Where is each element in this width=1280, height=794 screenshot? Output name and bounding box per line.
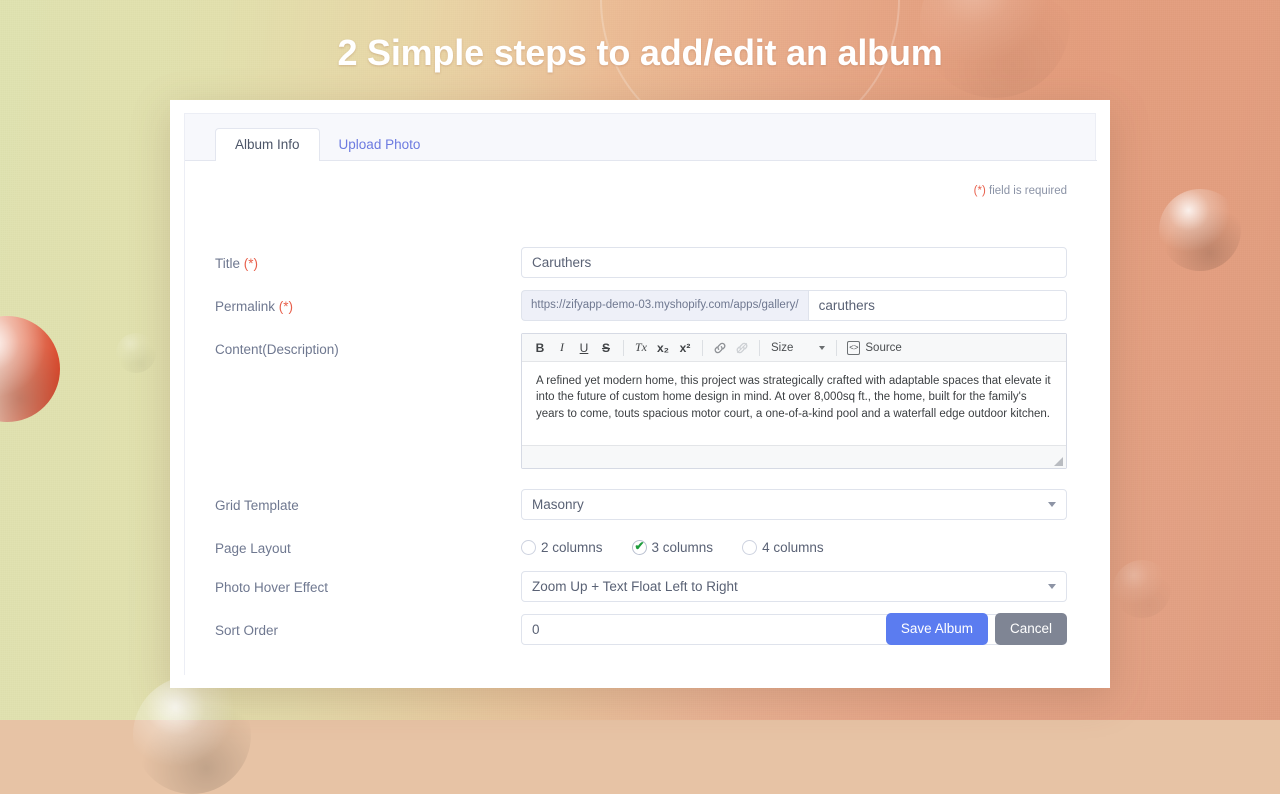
page-title: 2 Simple steps to add/edit an album	[337, 32, 943, 73]
tab-upload-photo[interactable]: Upload Photo	[320, 129, 440, 161]
unlink-icon	[732, 338, 752, 358]
required-star-title: (*)	[243, 256, 259, 271]
save-album-button[interactable]: Save Album	[885, 613, 988, 645]
check-icon: ✔	[634, 539, 645, 553]
app-window: Album Info Upload Photo (*) field is requ…	[170, 100, 1110, 688]
photo-hover-effect-select-wrap: Zoom Up + Text Float Left to Right	[521, 571, 1067, 602]
tab-album-info[interactable]: Album Info	[215, 128, 320, 162]
control-photo-hover-effect: Zoom Up + Text Float Left to Right	[521, 571, 1067, 602]
radio-2-columns[interactable]: 2 columns	[521, 540, 603, 555]
decorative-sphere-faint-left	[116, 333, 156, 373]
font-size-label: Size	[771, 341, 794, 354]
strikethrough-icon[interactable]: S	[596, 338, 616, 358]
italic-icon[interactable]: I	[552, 338, 572, 358]
decorative-sphere-faint-right	[1113, 560, 1171, 618]
toolbar-separator	[836, 339, 838, 356]
page-layout-radio-group: 2 columns ✔ 3 columns 4 columns	[521, 539, 1067, 555]
toolbar-separator	[702, 339, 703, 356]
resize-grip-icon[interactable]	[1054, 457, 1063, 466]
editor-content-area[interactable]: A refined yet modern home, this project …	[522, 362, 1066, 445]
label-title: Title (*)	[215, 256, 495, 271]
control-title	[521, 247, 1067, 278]
radio-circle: ✔	[631, 539, 647, 555]
control-page-layout: 2 columns ✔ 3 columns 4 columns	[521, 539, 1067, 555]
grid-template-select[interactable]: Masonry	[521, 489, 1067, 520]
required-star: (*)	[973, 185, 986, 197]
required-note-text: field is required	[985, 185, 1067, 197]
permalink-input-group: https://zifyapp-demo-03.myshopify.com/ap…	[521, 290, 1067, 321]
sphere-gloss	[1159, 189, 1241, 271]
source-code-icon: <>	[847, 340, 861, 355]
editor-toolbar: B I U S Tx x₂ x² Size <> Source	[522, 334, 1066, 362]
source-label: Source	[865, 341, 902, 354]
decorative-sphere-bottom	[133, 676, 251, 794]
app-panel: Album Info Upload Photo (*) field is requ…	[184, 113, 1097, 676]
control-grid-template: Masonry	[521, 489, 1067, 520]
label-title-text: Title	[215, 256, 241, 271]
label-permalink: Permalink (*)	[215, 299, 495, 314]
label-photo-hover-effect: Photo Hover Effect	[215, 580, 329, 595]
rich-text-editor: B I U S Tx x₂ x² Size <> Source A refine…	[521, 333, 1067, 469]
toolbar-separator	[759, 339, 760, 356]
editor-footer	[522, 445, 1066, 468]
underline-icon[interactable]: U	[574, 338, 594, 358]
control-permalink: https://zifyapp-demo-03.myshopify.com/ap…	[521, 290, 1067, 321]
radio-4-columns[interactable]: 4 columns	[742, 540, 824, 555]
source-button[interactable]: <> Source	[844, 340, 904, 355]
subscript-icon[interactable]: x₂	[653, 338, 673, 358]
sphere-gloss	[1113, 560, 1171, 618]
label-permalink-text: Permalink	[215, 299, 276, 314]
decorative-sphere-right	[1159, 189, 1241, 271]
title-input[interactable]	[521, 247, 1067, 278]
permalink-prefix: https://zifyapp-demo-03.myshopify.com/ap…	[521, 290, 808, 321]
label-content: Content(Description)	[215, 342, 339, 357]
photo-hover-effect-select[interactable]: Zoom Up + Text Float Left to Right	[521, 571, 1067, 602]
control-content: B I U S Tx x₂ x² Size <> Source A refine…	[521, 333, 1067, 469]
toolbar-separator	[623, 339, 624, 356]
radio-circle	[742, 540, 758, 555]
radio-label: 3 columns	[651, 540, 714, 555]
font-size-dropdown[interactable]: Size	[767, 342, 829, 354]
album-form: (*) field is required Title (*) Permalin…	[185, 161, 1097, 676]
permalink-input[interactable]	[807, 290, 1067, 321]
link-icon[interactable]	[710, 338, 730, 358]
chevron-down-icon	[819, 345, 826, 350]
cancel-button[interactable]: Cancel	[994, 613, 1067, 645]
label-grid-template: Grid Template	[215, 498, 299, 513]
bold-icon[interactable]: B	[530, 338, 550, 358]
form-actions: Save Album Cancel	[885, 613, 1067, 645]
radio-circle	[521, 540, 536, 555]
radio-label: 4 columns	[762, 540, 824, 555]
remove-format-icon[interactable]: Tx	[631, 338, 651, 358]
label-sort-order: Sort Order	[215, 623, 279, 638]
label-page-layout: Page Layout	[215, 541, 291, 556]
radio-label: 2 columns	[541, 540, 603, 555]
radio-3-columns[interactable]: ✔ 3 columns	[631, 539, 714, 555]
tab-bar: Album Info Upload Photo	[185, 128, 1097, 162]
required-star-permalink: (*)	[278, 299, 294, 314]
sphere-gloss	[116, 333, 156, 373]
required-field-note: (*) field is required	[974, 185, 1067, 197]
sphere-gloss	[133, 676, 251, 794]
grid-template-select-wrap: Masonry	[521, 489, 1067, 520]
superscript-icon[interactable]: x²	[675, 338, 695, 358]
